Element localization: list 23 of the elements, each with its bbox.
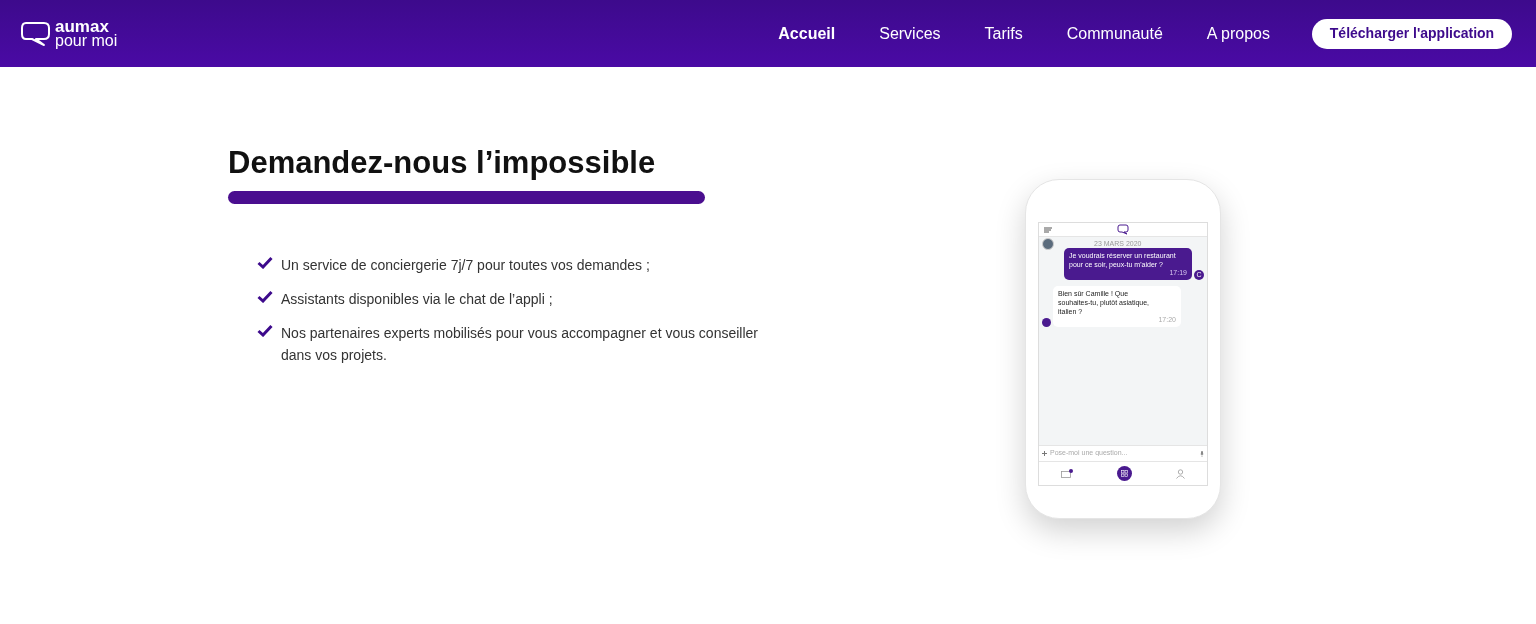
assistant-avatar — [1042, 238, 1054, 250]
nav-link[interactable]: Accueil — [778, 21, 836, 46]
checkmark-icon — [257, 324, 273, 337]
checkmark-icon — [257, 256, 273, 269]
nav-link[interactable]: A propos — [1206, 21, 1270, 46]
checkmark-icon — [257, 290, 273, 303]
grid-icon[interactable] — [1117, 466, 1132, 481]
speech-bubble-icon — [1117, 224, 1129, 235]
nav-link[interactable]: Services — [879, 21, 941, 46]
card-icon[interactable] — [1061, 468, 1073, 479]
feature-text: Nos partenaires experts mobilisés pour vous accompagner et vous conseiller dans vos projets. — [281, 324, 759, 365]
speech-bubble-icon — [20, 19, 52, 48]
download-app-button[interactable]: Télécharger l'application — [1312, 18, 1512, 49]
feature-text: Un service de conciergerie 7j/7 pour toutes vos demandes ; — [281, 256, 651, 275]
feature-text: Assistants disponibles via le chat de l’appli ; — [281, 290, 554, 309]
logo-subtext: pour moi — [55, 33, 118, 48]
plus-icon — [1042, 451, 1047, 456]
nav-link[interactable]: Tarifs — [984, 21, 1023, 46]
menu-icon — [1044, 226, 1052, 233]
hero-heading: Demandez-nous l’impossible — [228, 144, 657, 182]
nav-link[interactable]: Communauté — [1066, 21, 1163, 46]
logo-text: aumax — [55, 19, 109, 34]
assistant-avatar — [1042, 318, 1051, 327]
